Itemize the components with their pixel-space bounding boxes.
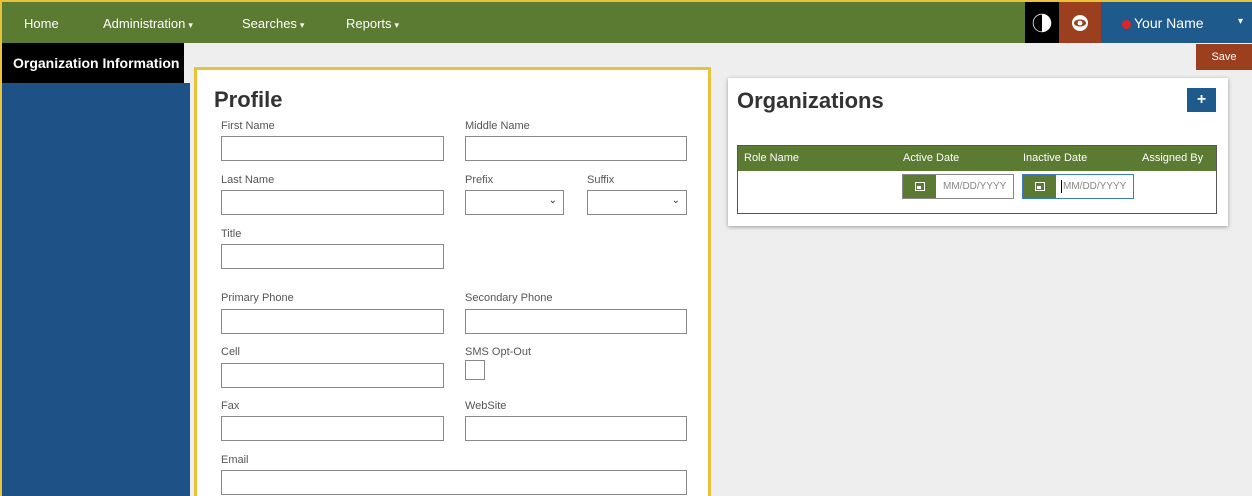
calendar-icon [1034, 182, 1045, 191]
fax-input[interactable] [221, 416, 444, 441]
calendar-icon [914, 182, 925, 191]
calendar-button[interactable] [1023, 175, 1056, 198]
profile-title: Profile [214, 87, 283, 112]
column-header-active-date[interactable]: Active Date [903, 152, 959, 164]
user-menu-button[interactable]: Your Name ▾ [1101, 2, 1252, 43]
text-cursor [1061, 180, 1062, 193]
chevron-down-icon: ⌄ [671, 195, 680, 206]
top-navbar: Home Administration ▾ Searches ▾ Reports ▾ … [0, 0, 1252, 43]
user-name: Your Name [1134, 15, 1204, 31]
email-input[interactable] [221, 470, 687, 495]
title-input[interactable] [221, 244, 444, 269]
nav-administration[interactable]: Administration ▾ [103, 16, 193, 31]
inactive-date-placeholder: MM/DD/YYYY [1063, 181, 1127, 192]
email-label: Email [221, 454, 249, 466]
last-name-input[interactable] [221, 190, 444, 215]
chevron-down-icon: ▾ [394, 20, 400, 30]
add-organization-button[interactable]: + [1187, 88, 1216, 112]
prefix-label: Prefix [465, 174, 494, 186]
first-name-label: First Name [221, 120, 275, 132]
chevron-down-icon: ▾ [188, 20, 193, 30]
save-button[interactable]: Save [1196, 44, 1252, 70]
sms-opt-out-checkbox[interactable] [465, 360, 485, 380]
fax-label: Fax [221, 400, 240, 412]
sidebar [0, 83, 190, 496]
first-name-input[interactable] [221, 136, 444, 161]
column-header-inactive-date[interactable]: Inactive Date [1023, 152, 1087, 164]
active-date-picker[interactable]: MM/DD/YYYY [902, 174, 1014, 199]
secondary-phone-input[interactable] [465, 309, 687, 334]
chevron-down-icon: ▾ [1238, 16, 1244, 27]
organizations-title: Organizations [737, 88, 884, 113]
column-header-role-name[interactable]: Role Name [744, 152, 799, 164]
profile-card: Profile First Name Middle Name Last Name… [194, 67, 711, 496]
nav-home[interactable]: Home [24, 16, 59, 31]
middle-name-input[interactable] [465, 136, 687, 161]
visibility-toggle-button[interactable] [1059, 2, 1101, 43]
contrast-toggle-button[interactable] [1025, 2, 1059, 43]
nav-searches[interactable]: Searches ▾ [242, 16, 304, 31]
active-date-placeholder: MM/DD/YYYY [943, 181, 1007, 192]
chevron-down-icon: ▾ [299, 20, 305, 30]
inactive-date-picker[interactable]: MM/DD/YYYY [1022, 174, 1134, 199]
column-header-assigned-by[interactable]: Assigned By [1142, 152, 1203, 164]
sidebar-item-organization-information[interactable]: Organization Information [0, 43, 184, 83]
primary-phone-label: Primary Phone [221, 292, 294, 304]
cell-label: Cell [221, 346, 240, 358]
sms-opt-out-label: SMS Opt-Out [465, 346, 532, 358]
website-label: WebSite [465, 400, 507, 412]
calendar-button[interactable] [903, 175, 936, 198]
title-label: Title [221, 228, 242, 240]
middle-name-label: Middle Name [465, 120, 530, 132]
organizations-table: Role Name Active Date Inactive Date Assi… [737, 145, 1217, 214]
nav-reports[interactable]: Reports ▾ [346, 16, 399, 31]
suffix-select[interactable]: ⌄ [587, 190, 687, 215]
eye-icon [1072, 14, 1088, 31]
chevron-down-icon: ⌄ [548, 195, 557, 206]
contrast-icon [1032, 13, 1052, 32]
suffix-label: Suffix [587, 174, 615, 186]
table-header: Role Name Active Date Inactive Date Assi… [738, 146, 1216, 171]
last-name-label: Last Name [221, 174, 275, 186]
primary-phone-input[interactable] [221, 309, 444, 334]
prefix-select[interactable]: ⌄ [465, 190, 564, 215]
website-input[interactable] [465, 416, 687, 441]
secondary-phone-label: Secondary Phone [465, 292, 553, 304]
status-dot-icon [1122, 20, 1131, 29]
cell-input[interactable] [221, 363, 444, 388]
